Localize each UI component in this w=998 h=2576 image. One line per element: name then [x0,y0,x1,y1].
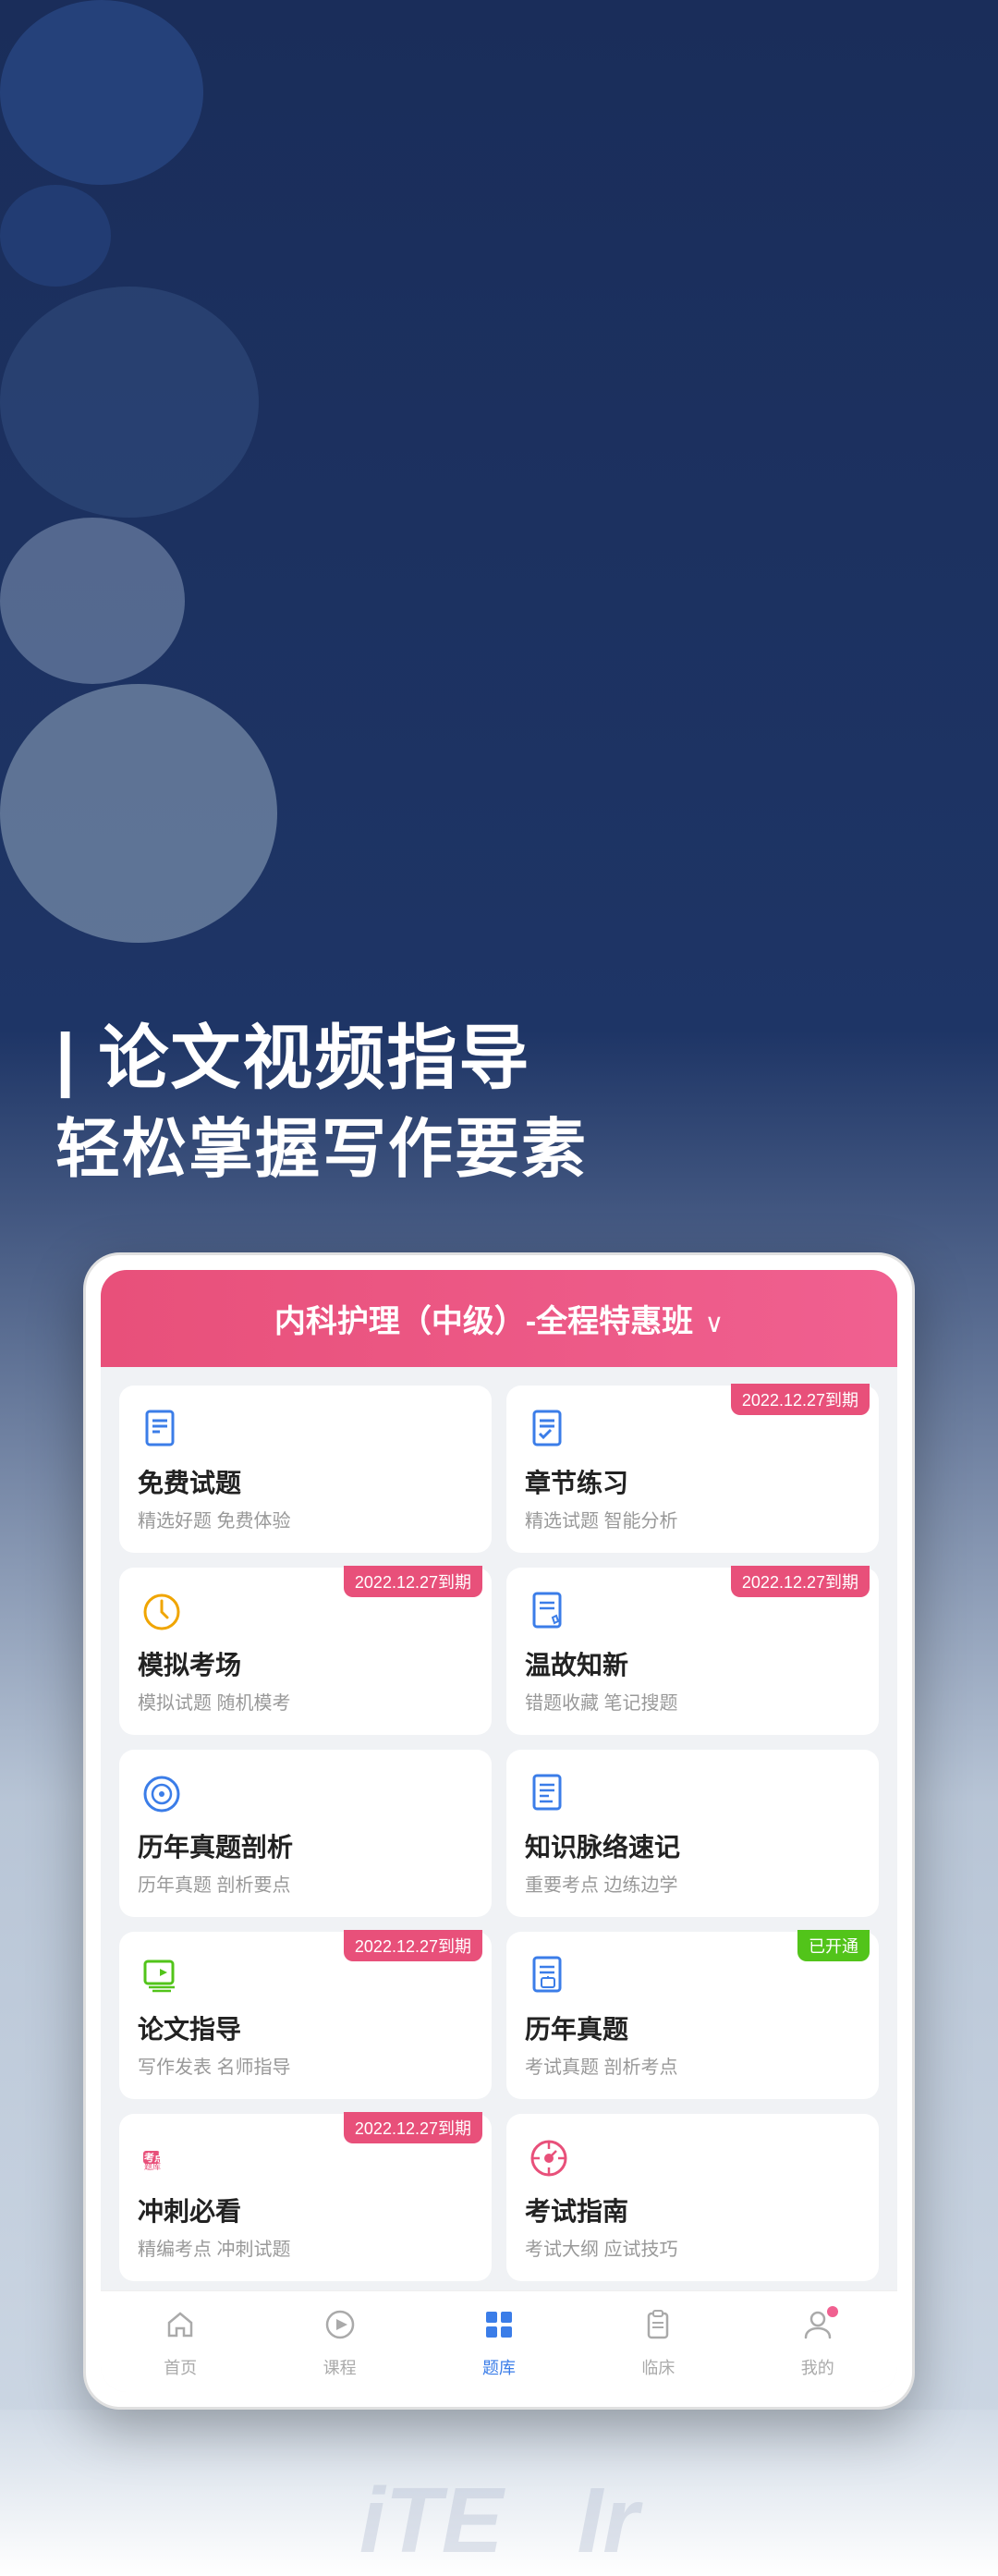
nav-label-course: 课程 [323,2355,357,2379]
icon-thesis [138,1952,186,2000]
device-screen: 内科护理（中级）-全程特惠班 ∨ [101,1270,897,2392]
icon-free-questions [138,1406,186,1454]
card-title-chapter: 章节练习 [525,1463,860,1500]
icon-review [525,1588,573,1636]
bg-blob-bottom-left [0,684,277,943]
nav-label-questions: 题库 [482,2355,516,2379]
card-subtitle-mock: 模拟试题 随机模考 [138,1688,473,1715]
bg-blob-mid-left [0,287,259,518]
icon-exam-guide [525,2134,573,2182]
badge-review: 2022.12.27到期 [731,1566,870,1597]
home-icon [164,2308,197,2350]
header-line2: 轻松掌握写作要素 [55,1110,943,1188]
bg-blob-mid-right [0,518,185,684]
header-line1: | 论文视频指导 [55,1017,943,1101]
dropdown-arrow-icon[interactable]: ∨ [705,1309,724,1337]
card-subtitle-past-papers: 考试真题 剖析考点 [525,2052,860,2079]
grid-icon [482,2308,516,2350]
nav-course[interactable]: 课程 [323,2308,357,2379]
card-subtitle-thesis: 写作发表 名师指导 [138,2052,473,2079]
icon-mock [138,1588,186,1636]
nav-label-clinical: 临床 [641,2355,675,2379]
clipboard-icon [641,2308,675,2350]
card-subtitle-free: 精选好题 免费体验 [138,1506,473,1532]
header-section: | 论文视频指导 轻松掌握写作要素 [0,943,998,1225]
decorative-text-ite: iTE [359,2474,504,2567]
svg-text:题库: 题库 [144,2161,161,2171]
card-subtitle-past-analysis: 历年真题 剖析要点 [138,1870,473,1897]
card-title-past-papers: 历年真题 [525,2009,860,2046]
card-title-knowledge: 知识脉络速记 [525,1827,860,1864]
icon-past-papers [525,1952,573,2000]
card-title-past-analysis: 历年真题剖析 [138,1827,473,1864]
icon-past-analysis [138,1770,186,1818]
card-title-exam-guide: 考试指南 [525,2191,860,2228]
card-title-mock: 模拟考场 [138,1645,473,1682]
app-content: 免费试题 精选好题 免费体验 2022.12.27到期 [101,1367,897,2290]
nav-label-home: 首页 [164,2355,197,2379]
icon-knowledge [525,1770,573,1818]
nav-questions[interactable]: 题库 [482,2308,516,2379]
card-sprint[interactable]: 2022.12.27到期 考点 题库 冲刺必看 精编考点 冲刺试题 [119,2114,492,2281]
card-title-sprint: 冲刺必看 [138,2191,473,2228]
decorative-text-ir: Ir [577,2474,639,2567]
device-wrapper: 内科护理（中级）-全程特惠班 ∨ [83,1252,915,2410]
card-mock[interactable]: 2022.12.27到期 模拟考场 模拟试题 随机模考 [119,1568,492,1735]
badge-thesis: 2022.12.27到期 [344,1930,482,1961]
card-subtitle-exam-guide: 考试大纲 应试技巧 [525,2234,860,2261]
card-exam-guide[interactable]: 考试指南 考试大纲 应试技巧 [506,2114,879,2281]
play-circle-icon [323,2308,357,2350]
card-review[interactable]: 2022.12.27到期 温故知新 错题收藏 笔记搜题 [506,1568,879,1735]
course-title[interactable]: 内科护理（中级）-全程特惠班 [274,1304,693,1339]
card-title-free: 免费试题 [138,1463,473,1500]
nav-home[interactable]: 首页 [164,2308,197,2379]
card-thesis[interactable]: 2022.12.27到期 论文指导 写作发表 名师指导 [119,1932,492,2099]
card-chapter[interactable]: 2022.12.27到期 章节练习 精选试题 智能分析 [506,1386,879,1553]
card-past-papers[interactable]: 已开通 历年真题 考试真题 剖析考点 [506,1932,879,2099]
card-knowledge[interactable]: 知识脉络速记 重要考点 边练边学 [506,1750,879,1917]
badge-sprint: 2022.12.27到期 [344,2112,482,2143]
icon-sprint: 考点 题库 [138,2134,186,2182]
card-subtitle-knowledge: 重要考点 边练边学 [525,1870,860,1897]
person-icon [801,2308,834,2350]
device-frame: 内科护理（中级）-全程特惠班 ∨ [83,1252,915,2410]
icon-chapter [525,1406,573,1454]
card-title-thesis: 论文指导 [138,2009,473,2046]
bg-blob-top-right [0,0,203,185]
card-past-analysis[interactable]: 历年真题剖析 历年真题 剖析要点 [119,1750,492,1917]
bg-blob-top-left [0,185,111,287]
card-subtitle-sprint: 精编考点 冲刺试题 [138,2234,473,2261]
card-subtitle-review: 错题收藏 笔记搜题 [525,1688,860,1715]
badge-mock: 2022.12.27到期 [344,1566,482,1597]
card-free-questions[interactable]: 免费试题 精选好题 免费体验 [119,1386,492,1553]
badge-past-papers: 已开通 [797,1930,870,1961]
badge-chapter: 2022.12.27到期 [731,1384,870,1415]
app-header: 内科护理（中级）-全程特惠班 ∨ [101,1270,897,1367]
nav-label-mine: 我的 [801,2355,834,2379]
card-subtitle-chapter: 精选试题 智能分析 [525,1506,860,1532]
nav-clinical[interactable]: 临床 [641,2308,675,2379]
nav-mine[interactable]: 我的 [801,2308,834,2379]
card-title-review: 温故知新 [525,1645,860,1682]
bottom-nav: 首页 课程 [101,2290,897,2392]
features-grid: 免费试题 精选好题 免费体验 2022.12.27到期 [119,1386,879,2290]
